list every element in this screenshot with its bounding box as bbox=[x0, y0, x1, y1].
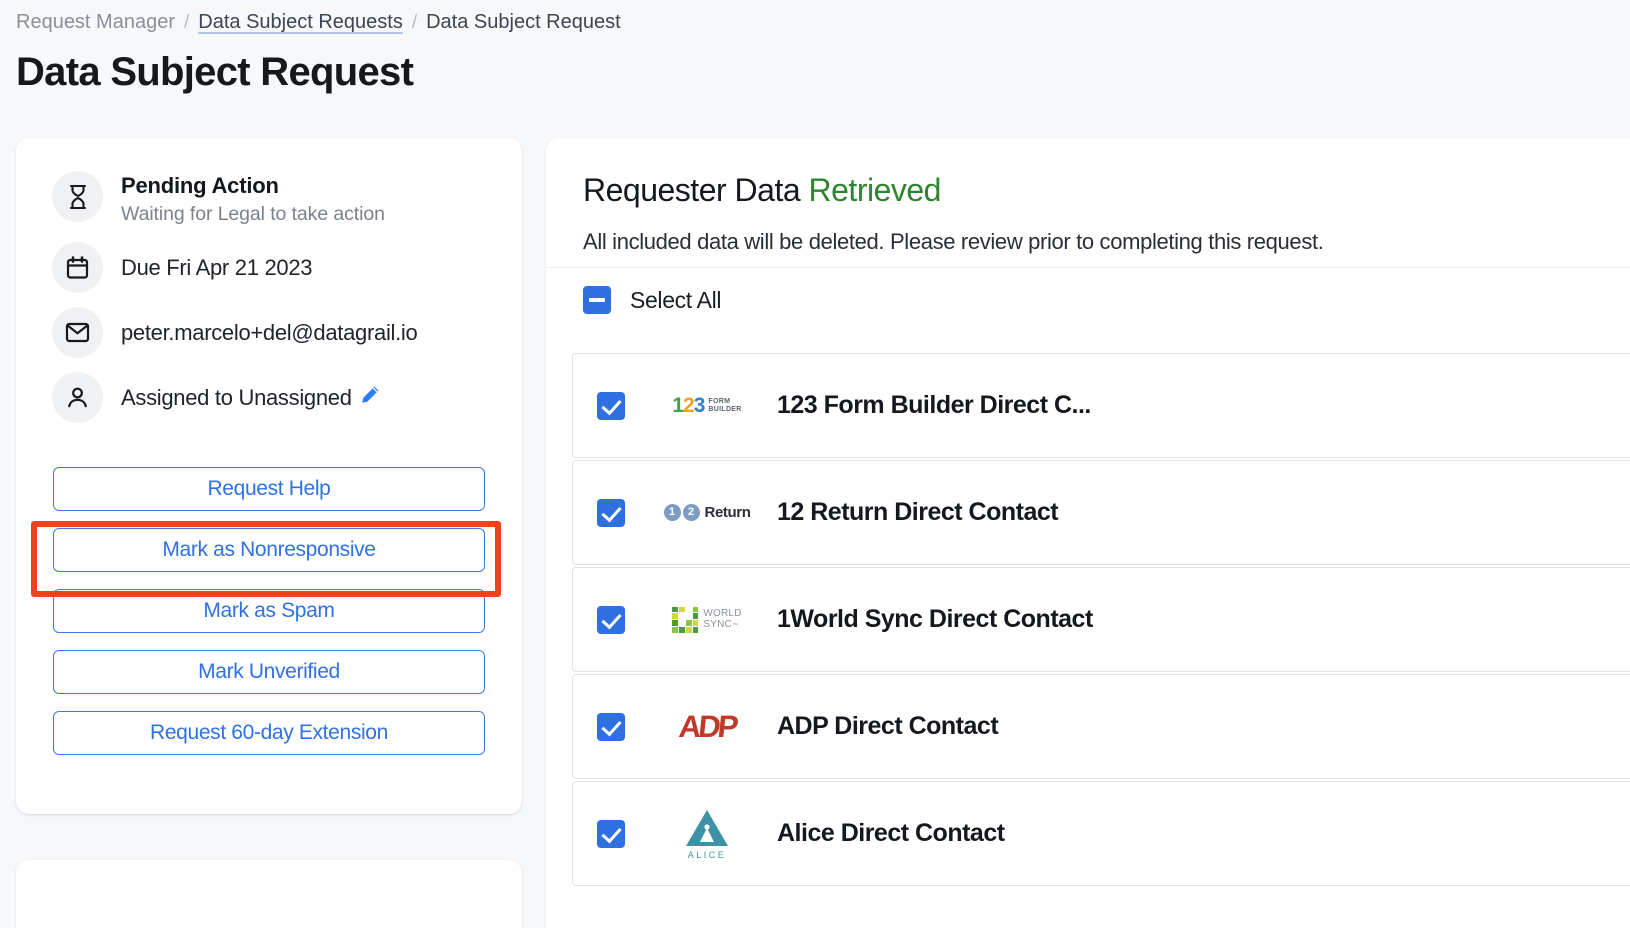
table-row[interactable]: 1 2 Return 12 Return Direct Contact bbox=[572, 460, 1630, 565]
table-row[interactable]: ALICE Alice Direct Contact bbox=[572, 781, 1630, 886]
row-checkbox[interactable] bbox=[597, 712, 625, 741]
row-label: ADP Direct Contact bbox=[777, 712, 999, 740]
select-all-checkbox[interactable] bbox=[583, 286, 611, 314]
person-icon bbox=[52, 372, 103, 423]
row-label: 123 Form Builder Direct C... bbox=[777, 391, 1091, 419]
table-row[interactable]: WORLD SYNC™ 1World Sync Direct Contact bbox=[572, 567, 1630, 672]
requester-email-text: peter.marcelo+del@datagrail.io bbox=[121, 319, 418, 345]
breadcrumb: Request Manager / Data Subject Requests … bbox=[16, 11, 621, 34]
1worldsync-logo: WORLD SYNC™ bbox=[659, 589, 755, 651]
due-date-text: Due Fri Apr 21 2023 bbox=[121, 254, 313, 280]
request-60-day-extension-button[interactable]: Request 60-day Extension bbox=[53, 711, 485, 755]
pencil-icon[interactable] bbox=[359, 384, 381, 412]
mark-as-spam-button[interactable]: Mark as Spam bbox=[53, 589, 485, 633]
status-row-pending-action: Pending Action Waiting for Legal to take… bbox=[52, 171, 492, 226]
requester-data-subtitle: All included data will be deleted. Pleas… bbox=[583, 229, 1324, 254]
row-label: 1World Sync Direct Contact bbox=[777, 605, 1093, 633]
row-checkbox[interactable] bbox=[597, 391, 625, 420]
mark-as-nonresponsive-button[interactable]: Mark as Nonresponsive bbox=[53, 528, 485, 572]
page-root: Request Manager / Data Subject Requests … bbox=[0, 0, 1630, 928]
row-checkbox[interactable] bbox=[597, 819, 625, 848]
mark-unverified-button[interactable]: Mark Unverified bbox=[53, 650, 485, 694]
status-title: Pending Action bbox=[121, 173, 279, 198]
status-row-assignee: Assigned to Unassigned bbox=[52, 372, 492, 423]
secondary-card bbox=[16, 860, 522, 928]
request-details-list: Pending Action Waiting for Legal to take… bbox=[52, 171, 492, 437]
hourglass-icon bbox=[52, 171, 103, 222]
breadcrumb-parent-link[interactable]: Data Subject Requests bbox=[198, 11, 403, 34]
status-text: Pending Action Waiting for Legal to take… bbox=[121, 171, 385, 226]
requester-data-panel: Requester Data Retrieved All included da… bbox=[546, 138, 1630, 928]
requester-data-status: Retrieved bbox=[808, 172, 942, 208]
select-all-row[interactable]: Select All bbox=[583, 286, 721, 314]
row-checkbox[interactable] bbox=[597, 605, 625, 634]
adp-logo: ADP bbox=[676, 708, 738, 744]
request-details-card: Pending Action Waiting for Legal to take… bbox=[16, 138, 522, 814]
vendor-rows-list: 123 FORM BUILDER 123 Form Builder Direct … bbox=[572, 353, 1630, 888]
envelope-icon bbox=[52, 307, 103, 358]
status-subtitle: Waiting for Legal to take action bbox=[121, 203, 385, 225]
12-return-logo: 1 2 Return bbox=[659, 482, 755, 544]
row-label: Alice Direct Contact bbox=[777, 819, 1005, 847]
breadcrumb-current: Data Subject Request bbox=[426, 11, 621, 33]
assignee-text-wrap: Assigned to Unassigned bbox=[121, 384, 381, 412]
breadcrumb-separator-2: / bbox=[411, 12, 418, 33]
status-row-due-date: Due Fri Apr 21 2023 bbox=[52, 242, 492, 293]
row-label: 12 Return Direct Contact bbox=[777, 498, 1059, 526]
requester-data-title-prefix: Requester Data bbox=[583, 172, 801, 208]
assignee-text: Assigned to Unassigned bbox=[121, 384, 352, 410]
page-title: Data Subject Request bbox=[16, 50, 414, 94]
status-row-email: peter.marcelo+del@datagrail.io bbox=[52, 307, 492, 358]
alice-logo: ALICE bbox=[659, 803, 755, 865]
select-all-label: Select All bbox=[630, 286, 722, 313]
table-row[interactable]: ADP ADP Direct Contact bbox=[572, 674, 1630, 779]
request-help-button[interactable]: Request Help bbox=[53, 467, 485, 511]
row-checkbox[interactable] bbox=[597, 498, 625, 527]
panel-divider bbox=[546, 267, 1630, 268]
breadcrumb-root[interactable]: Request Manager bbox=[16, 11, 175, 34]
requester-data-title: Requester Data Retrieved bbox=[583, 172, 941, 209]
breadcrumb-separator-1: / bbox=[183, 12, 190, 33]
calendar-icon bbox=[52, 242, 103, 293]
table-row[interactable]: 123 FORM BUILDER 123 Form Builder Direct … bbox=[572, 353, 1630, 458]
123-form-builder-logo: 123 FORM BUILDER bbox=[672, 394, 742, 417]
action-buttons-group: Request Help Mark as Nonresponsive Mark … bbox=[53, 467, 485, 755]
